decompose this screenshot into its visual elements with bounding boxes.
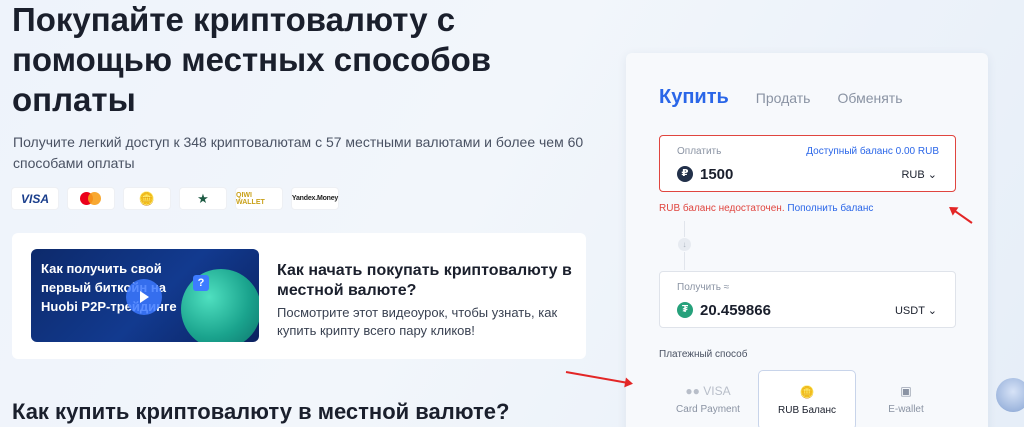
pay-currency-select[interactable]: RUB ⌄ — [901, 168, 937, 181]
thumbnail-text: Как получить свой первый биткойн на Huob… — [41, 261, 177, 314]
connector-line — [684, 221, 685, 237]
tab-exchange[interactable]: Обменять — [837, 90, 902, 106]
page-subtitle: Получите легкий доступ к 348 криптовалют… — [13, 134, 584, 171]
receive-currency-select[interactable]: USDT ⌄ — [895, 304, 937, 317]
payment-logos: VISA 🪙 ★ QIWI WALLET Yandex.Money — [12, 188, 338, 209]
section-title: Как купить криптовалюту в местной валюте… — [12, 399, 510, 424]
receive-currency-label: USDT — [894, 305, 925, 317]
payment-option-card[interactable]: ●● VISA Card Payment — [659, 370, 757, 427]
card-visa-icon: ●● VISA — [685, 384, 731, 398]
play-button[interactable] — [126, 279, 162, 315]
pay-label: Оплатить — [677, 146, 722, 157]
pay-currency-label: RUB — [901, 169, 925, 181]
video-card[interactable]: ? Как получить свой первый биткойн на Hu… — [12, 233, 586, 359]
payment-option-label: E-wallet — [888, 404, 924, 415]
payment-option-ewallet[interactable]: ▣ E-wallet — [857, 370, 955, 427]
error-text: RUB баланс недостаточен. — [659, 203, 785, 214]
receive-label: Получить ≈ — [677, 282, 730, 293]
visa-logo: VISA — [12, 188, 58, 209]
coins-logo: 🪙 — [124, 188, 170, 209]
connector-line — [684, 252, 685, 270]
video-description: Посмотрите этот видеоурок, чтобы узнать,… — [277, 305, 558, 338]
page-title: Покупайте криптовалюту с помощью местных… — [12, 1, 492, 118]
yandex-money-logo: Yandex.Money — [292, 188, 338, 209]
available-balance: Доступный баланс 0.00 RUB — [806, 146, 939, 157]
qiwi-logo: QIWI WALLET — [236, 188, 282, 209]
arrow-down-icon[interactable]: ↓ — [678, 238, 691, 251]
top-up-link[interactable]: Пополнить баланс — [787, 203, 873, 214]
trade-widget: Купить Продать Обменять Оплатить Доступн… — [626, 53, 988, 427]
coins-icon: 🪙 — [799, 385, 815, 399]
tab-buy[interactable]: Купить — [659, 86, 729, 109]
ruble-icon: ₽ — [677, 166, 693, 182]
chevron-down-icon: ⌄ — [927, 169, 937, 181]
balance-error: RUB баланс недостаточен. Пополнить балан… — [659, 203, 873, 214]
payment-option-label: Card Payment — [676, 404, 740, 415]
video-thumbnail[interactable]: ? Как получить свой первый биткойн на Hu… — [31, 249, 259, 342]
pay-amount-input[interactable]: 1500 — [700, 166, 733, 183]
tab-sell[interactable]: Продать — [756, 90, 811, 106]
wallet-icon: ▣ — [900, 384, 912, 398]
payment-option-rub-balance[interactable]: 🪙 RUB Баланс — [758, 370, 856, 427]
payment-method-label: Платежный способ — [659, 349, 748, 360]
pay-field[interactable]: Оплатить Доступный баланс 0.00 RUB ₽ 150… — [659, 135, 956, 192]
mastercard-logo — [68, 188, 114, 209]
support-bot-avatar[interactable] — [996, 378, 1024, 412]
tether-icon: ₮ — [677, 302, 693, 318]
video-title[interactable]: Как начать покупать криптовалюту в местн… — [277, 261, 577, 301]
chevron-down-icon: ⌄ — [927, 305, 937, 317]
receive-amount[interactable]: 20.459866 — [700, 302, 771, 319]
payment-option-label: RUB Баланс — [778, 405, 836, 416]
play-icon — [140, 291, 149, 303]
trade-tabs: Купить Продать Обменять — [659, 86, 903, 109]
receive-field[interactable]: Получить ≈ ₮ 20.459866 USDT ⌄ — [659, 271, 956, 328]
star-logo: ★ — [180, 188, 226, 209]
annotation-arrow — [565, 371, 632, 385]
